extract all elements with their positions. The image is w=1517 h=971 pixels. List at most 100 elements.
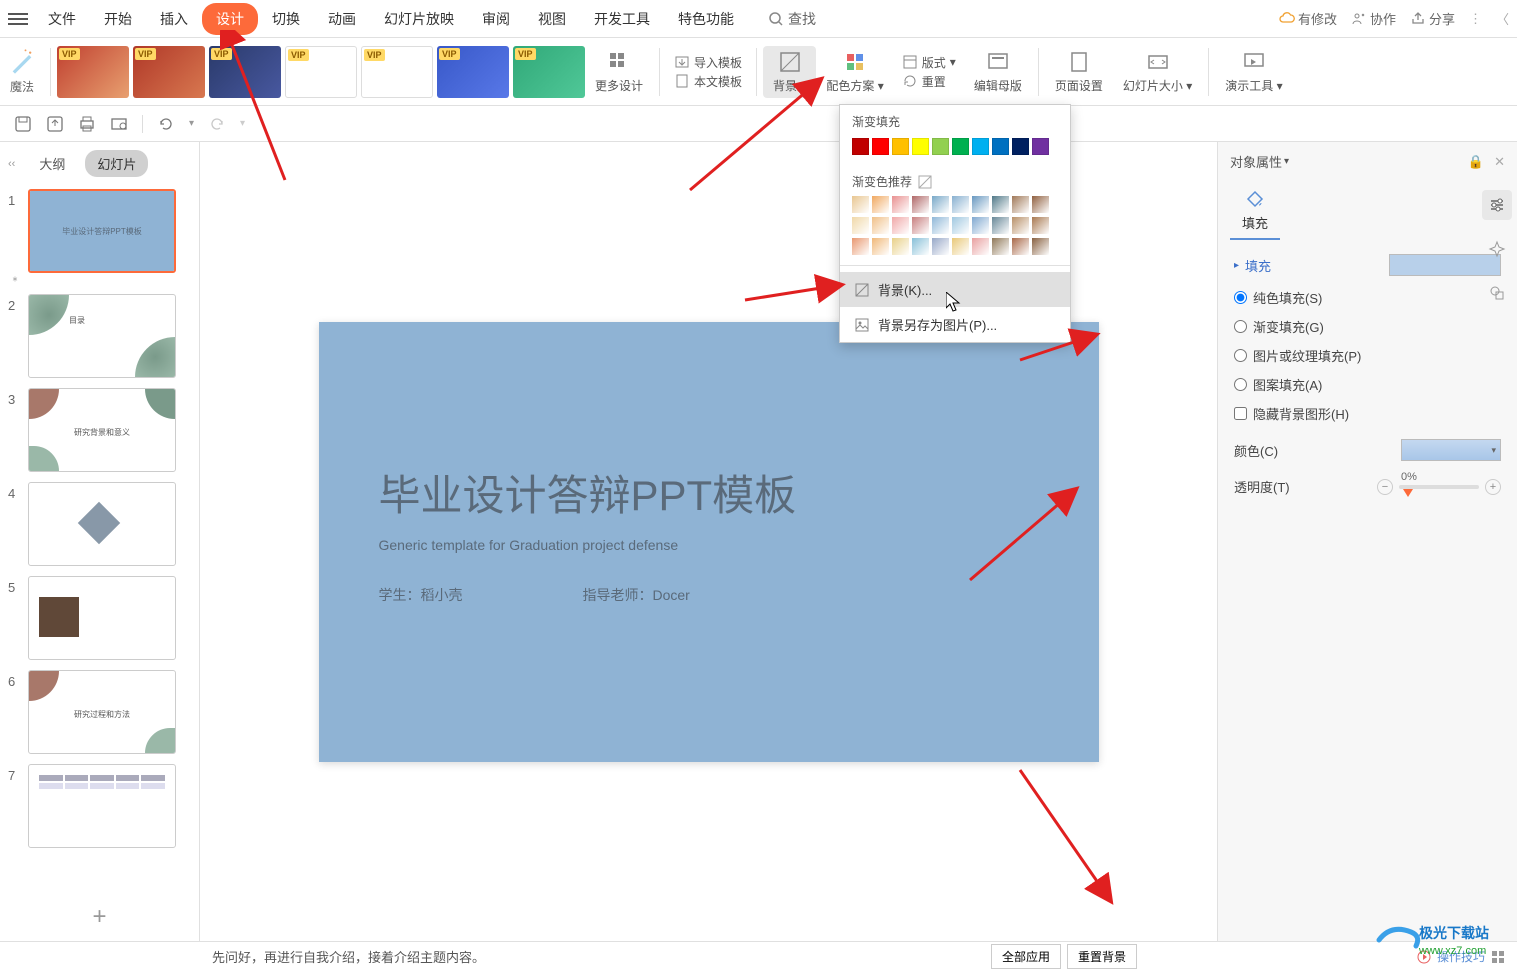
menu-insert[interactable]: 插入 [146,3,202,35]
menu-review[interactable]: 审阅 [468,3,524,35]
thumbnail-3[interactable]: 研究背景和意义 [28,388,176,472]
color-swatch[interactable] [1012,138,1029,155]
edit-master-button[interactable]: 编辑母版 [964,46,1032,98]
gradient-swatch[interactable] [872,238,889,255]
chevron-down-icon[interactable]: ▾ [1284,156,1289,167]
slide-size-button[interactable]: 幻灯片大小 ▾ [1113,46,1202,98]
print-icon[interactable] [78,115,96,133]
collapse-chevron-icon[interactable]: ‹‹ [8,158,15,170]
gradient-swatch[interactable] [912,238,929,255]
vbar-shapes[interactable] [1482,278,1512,308]
menu-design[interactable]: 设计 [202,3,258,35]
gradient-swatch[interactable] [972,217,989,234]
redo-icon[interactable] [208,115,226,133]
magic-button[interactable]: 魔法 [8,48,36,95]
more-menu[interactable]: ⋮ [1469,11,1482,27]
reset-button[interactable]: 重置 [902,73,956,90]
gradient-swatch[interactable] [892,238,909,255]
import-template-button[interactable]: 导入模板 [674,54,742,71]
radio-pattern-fill[interactable]: 图案填充(A) [1234,375,1501,394]
gradient-swatch[interactable] [852,238,869,255]
gradient-swatch[interactable] [1032,196,1049,213]
gradient-swatch[interactable] [852,217,869,234]
thumbnail-5[interactable] [28,576,176,660]
thumbnail-7[interactable] [28,764,176,848]
color-swatch[interactable] [972,138,989,155]
gradient-swatch[interactable] [892,196,909,213]
more-design-button[interactable]: 更多设计 [585,46,653,98]
gradient-swatch[interactable] [932,238,949,255]
radio-gradient-fill[interactable]: 渐变填充(G) [1234,317,1501,336]
vbar-sparkle[interactable] [1482,234,1512,264]
transparency-slider[interactable]: 0% [1399,485,1479,489]
color-swatch[interactable] [952,138,969,155]
radio-solid-fill[interactable]: 纯色填充(S) [1234,288,1501,307]
template-4[interactable]: VIP [285,46,357,98]
doc-template-button[interactable]: 本文模板 [674,73,742,90]
search-box[interactable]: 查找 [768,9,816,29]
gradient-swatch[interactable] [892,217,909,234]
menu-slideshow[interactable]: 幻灯片放映 [370,3,468,35]
gradient-swatch[interactable] [1012,238,1029,255]
gradient-swatch[interactable] [1012,196,1029,213]
fill-section-toggle[interactable]: ▸ 填充 [1234,254,1501,276]
thumbnail-6[interactable]: 研究过程和方法 [28,670,176,754]
hamburger-icon[interactable] [8,13,28,25]
color-swatch[interactable] [852,138,869,155]
color-swatch[interactable] [932,138,949,155]
color-swatch[interactable] [992,138,1009,155]
gradient-swatch[interactable] [1032,238,1049,255]
share-button[interactable]: 分享 [1410,9,1455,28]
thumbnail-2[interactable]: 目录 [28,294,176,378]
reset-bg-button[interactable]: 重置背景 [1067,944,1137,969]
color-swatch[interactable] [912,138,929,155]
vbar-settings[interactable] [1482,190,1512,220]
gradient-swatch[interactable] [872,196,889,213]
gradient-swatch[interactable] [912,217,929,234]
color-swatch[interactable] [892,138,909,155]
transparency-minus[interactable]: − [1377,479,1393,495]
gradient-swatch[interactable] [912,196,929,213]
gradient-swatch[interactable] [972,238,989,255]
template-7[interactable]: VIP [513,46,585,98]
menu-transition[interactable]: 切换 [258,3,314,35]
layout-button[interactable]: 版式 ▾ [902,54,956,71]
slide-canvas[interactable]: 毕业设计答辩PPT模板 Generic template for Graduat… [319,322,1099,762]
menu-dev[interactable]: 开发工具 [580,3,664,35]
background-button[interactable]: 背景 ▾ [763,46,816,98]
gradient-swatch[interactable] [952,217,969,234]
gradient-swatch[interactable] [1032,217,1049,234]
color-swatch[interactable] [1032,138,1049,155]
lock-icon[interactable]: 🔒 [1468,154,1484,170]
gradient-swatch[interactable] [972,196,989,213]
gradient-swatch[interactable] [932,196,949,213]
color-dropdown[interactable] [1401,439,1501,461]
close-icon[interactable]: ✕ [1494,154,1505,170]
thumbnail-4[interactable] [28,482,176,566]
menu-view[interactable]: 视图 [524,3,580,35]
gradient-swatch[interactable] [952,238,969,255]
undo-icon[interactable] [157,115,175,133]
menu-animation[interactable]: 动画 [314,3,370,35]
collab-button[interactable]: 协作 [1351,9,1396,28]
gradient-swatch[interactable] [852,196,869,213]
tab-fill[interactable]: 填充 [1230,181,1280,240]
menu-file[interactable]: 文件 [34,3,90,35]
color-scheme-button[interactable]: 配色方案 ▾ [816,46,893,98]
add-slide-button[interactable]: + [0,893,199,941]
menu-features[interactable]: 特色功能 [664,3,748,35]
template-2[interactable]: VIP [133,46,205,98]
thumbnail-1[interactable]: 毕业设计答辩PPT模板 [28,189,176,273]
page-setup-button[interactable]: 页面设置 [1045,46,1113,98]
template-1[interactable]: VIP [57,46,129,98]
template-6[interactable]: VIP [437,46,509,98]
check-hide-bg[interactable]: 隐藏背景图形(H) [1234,404,1501,423]
preview-icon[interactable] [110,115,128,133]
expand-toggle[interactable]: 〈 [1496,9,1509,28]
gradient-swatch[interactable] [932,217,949,234]
radio-picture-fill[interactable]: 图片或纹理填充(P) [1234,346,1501,365]
gradient-swatch[interactable] [992,196,1009,213]
transparency-plus[interactable]: + [1485,479,1501,495]
tab-outline[interactable]: 大纲 [27,150,77,177]
gradient-swatch[interactable] [992,238,1009,255]
